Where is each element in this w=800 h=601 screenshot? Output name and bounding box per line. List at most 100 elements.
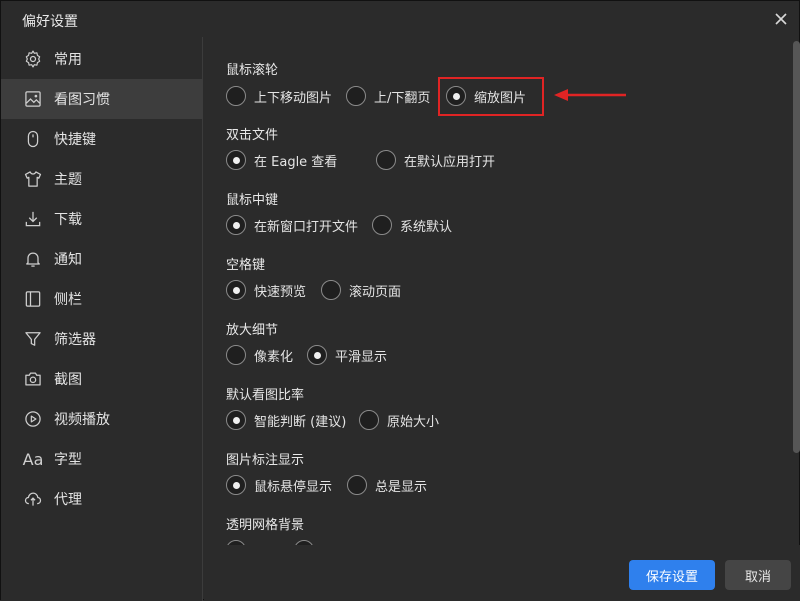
radio-label: 总是显示 bbox=[375, 479, 428, 495]
radio-label: 上下移动图片 bbox=[254, 90, 333, 106]
group-label-annotation-display: 图片标注显示 bbox=[226, 453, 305, 468]
group-label-zoom-detail: 放大细节 bbox=[226, 323, 279, 338]
radio-label: 在默认应用打开 bbox=[404, 154, 496, 170]
group-label-double-click: 双击文件 bbox=[226, 128, 279, 143]
sidebar-item-label: 视频播放 bbox=[54, 412, 110, 428]
sidebar-item-proxy[interactable]: 代理 bbox=[1, 479, 203, 519]
cancel-button[interactable]: 取消 bbox=[725, 560, 791, 590]
footer-bar: 保存设置 取消 bbox=[204, 545, 800, 601]
radio-grid-option-1[interactable] bbox=[226, 538, 254, 545]
radio-grid-option-2[interactable] bbox=[294, 538, 322, 545]
radio-annotation-always[interactable]: 总是显示 bbox=[347, 473, 427, 497]
sidebar-item-label: 侧栏 bbox=[54, 292, 82, 308]
sidebar-item-general[interactable]: 常用 bbox=[1, 39, 203, 79]
radio-annotation-hover[interactable]: 鼠标悬停显示 bbox=[226, 473, 332, 497]
highlight-box bbox=[438, 77, 544, 116]
radio-circle-selected bbox=[226, 215, 246, 235]
radio-ratio-original[interactable]: 原始大小 bbox=[359, 408, 439, 432]
radio-label: 鼠标悬停显示 bbox=[254, 479, 333, 495]
radio-label: 在 Eagle 查看 bbox=[254, 154, 338, 170]
radio-label: 智能判断 (建议) bbox=[254, 414, 347, 430]
group-label-transparent-grid: 透明网格背景 bbox=[226, 518, 305, 533]
radio-circle bbox=[347, 475, 367, 495]
radio-label: 平滑显示 bbox=[335, 349, 388, 365]
radio-double-click-eagle[interactable]: 在 Eagle 查看 bbox=[226, 148, 337, 172]
radio-circle bbox=[226, 86, 246, 106]
radio-double-click-default-app[interactable]: 在默认应用打开 bbox=[376, 148, 495, 172]
group-label-middle-click: 鼠标中键 bbox=[226, 193, 279, 208]
sidebar-item-label: 字型 bbox=[54, 452, 82, 468]
red-arrow-icon bbox=[554, 89, 626, 101]
title-bar: 偏好设置 bbox=[1, 1, 800, 37]
sidebar-item-screenshot[interactable]: 截图 bbox=[1, 359, 203, 399]
font-icon: Aa bbox=[22, 449, 44, 469]
radio-circle-selected bbox=[226, 475, 246, 495]
gear-icon bbox=[21, 47, 45, 71]
radio-label: 原始大小 bbox=[387, 414, 440, 430]
sidebar-item-label: 筛选器 bbox=[54, 332, 96, 348]
close-icon bbox=[775, 13, 787, 25]
group-label-default-ratio: 默认看图比率 bbox=[226, 388, 305, 403]
sidebar-item-label: 看图习惯 bbox=[54, 92, 110, 108]
sidebar-item-sidebar[interactable]: 侧栏 bbox=[1, 279, 203, 319]
radio-label: 滚动页面 bbox=[349, 284, 402, 300]
radio-circle bbox=[376, 150, 396, 170]
sidebar-item-video-playback[interactable]: 视频播放 bbox=[1, 399, 203, 439]
radio-circle bbox=[226, 345, 246, 365]
sidebar-item-font[interactable]: Aa 字型 bbox=[1, 439, 203, 479]
preferences-window: 偏好设置 常用 看图习惯 快捷键 主题 下载 通知 侧栏 筛选器 截图 视频播放… bbox=[0, 0, 800, 601]
image-icon bbox=[21, 87, 45, 111]
radio-circle-selected bbox=[226, 280, 246, 300]
sidebar-item-download[interactable]: 下载 bbox=[1, 199, 203, 239]
window-title: 偏好设置 bbox=[22, 14, 78, 30]
sidebar-item-label: 常用 bbox=[54, 52, 82, 68]
radio-circle bbox=[359, 410, 379, 430]
sidebar-item-label: 下载 bbox=[54, 212, 82, 228]
radio-circle bbox=[372, 215, 392, 235]
radio-space-quick-preview[interactable]: 快速预览 bbox=[226, 278, 306, 302]
play-icon bbox=[21, 407, 45, 431]
radio-space-scroll-page[interactable]: 滚动页面 bbox=[321, 278, 401, 302]
radio-circle-selected bbox=[307, 345, 327, 365]
bell-icon bbox=[21, 247, 45, 271]
sidebar-item-label: 主题 bbox=[54, 172, 82, 188]
sidebar-item-label: 通知 bbox=[54, 252, 82, 268]
radio-label: 上/下翻页 bbox=[374, 90, 431, 106]
sidebar-item-viewing-habits[interactable]: 看图习惯 bbox=[1, 79, 203, 119]
sidebar-item-theme[interactable]: 主题 bbox=[1, 159, 203, 199]
radio-circle-selected bbox=[226, 410, 246, 430]
radio-zoom-pixelated[interactable]: 像素化 bbox=[226, 343, 293, 367]
radio-label: 在新窗口打开文件 bbox=[254, 219, 359, 235]
radio-label: 快速预览 bbox=[254, 284, 307, 300]
radio-middle-click-new-window[interactable]: 在新窗口打开文件 bbox=[226, 213, 358, 237]
radio-ratio-smart[interactable]: 智能判断 (建议) bbox=[226, 408, 346, 432]
group-label-space-key: 空格键 bbox=[226, 258, 266, 273]
scrollbar-thumb[interactable] bbox=[793, 41, 800, 453]
sidebar-item-notifications[interactable]: 通知 bbox=[1, 239, 203, 279]
radio-circle bbox=[346, 86, 366, 106]
sidebar: 常用 看图习惯 快捷键 主题 下载 通知 侧栏 筛选器 截图 视频播放 Aa 字… bbox=[1, 37, 203, 601]
group-label-mouse-wheel: 鼠标滚轮 bbox=[226, 63, 279, 78]
radio-circle bbox=[321, 280, 341, 300]
shirt-icon bbox=[21, 167, 45, 191]
mouse-icon bbox=[21, 127, 45, 151]
radio-zoom-smooth[interactable]: 平滑显示 bbox=[307, 343, 387, 367]
settings-panel: 鼠标滚轮 上下移动图片 上/下翻页 缩放图片 双击文件 在 Eagle 查看 在… bbox=[204, 37, 800, 545]
sidebar-item-filter[interactable]: 筛选器 bbox=[1, 319, 203, 359]
sidebar-item-label: 快捷键 bbox=[54, 132, 96, 148]
radio-circle-selected bbox=[226, 150, 246, 170]
radio-middle-click-system[interactable]: 系统默认 bbox=[372, 213, 452, 237]
camera-icon bbox=[21, 367, 45, 391]
radio-label: 像素化 bbox=[254, 349, 294, 365]
cloud-upload-icon bbox=[21, 487, 45, 511]
radio-mouse-wheel-move[interactable]: 上下移动图片 bbox=[226, 84, 332, 108]
radio-mouse-wheel-page[interactable]: 上/下翻页 bbox=[346, 84, 430, 108]
sidebar-item-label: 截图 bbox=[54, 372, 82, 388]
sidebar-icon bbox=[21, 287, 45, 311]
sidebar-item-shortcuts[interactable]: 快捷键 bbox=[1, 119, 203, 159]
save-button[interactable]: 保存设置 bbox=[629, 560, 715, 590]
close-button[interactable] bbox=[771, 9, 791, 29]
download-icon bbox=[21, 207, 45, 231]
radio-label: 系统默认 bbox=[400, 219, 453, 235]
sidebar-item-label: 代理 bbox=[54, 492, 82, 508]
